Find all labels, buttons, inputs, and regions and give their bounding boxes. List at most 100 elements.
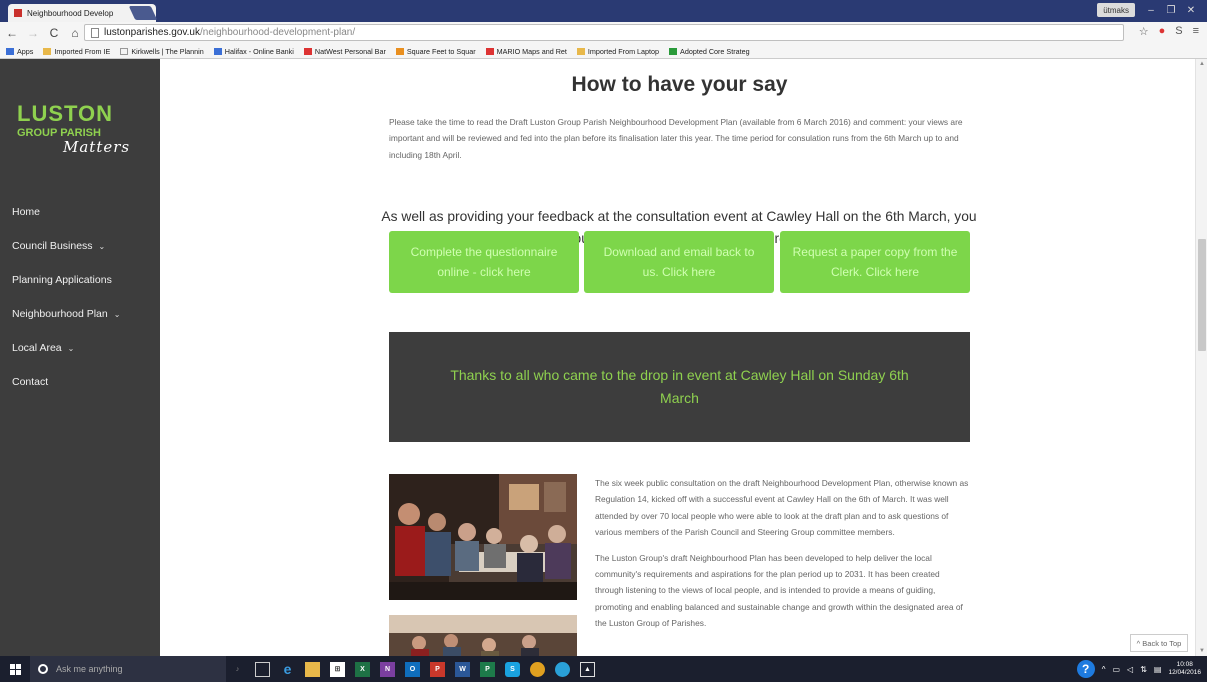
powerpoint-icon[interactable]: P <box>430 661 445 677</box>
url-path: /neighbourhood-development-plan/ <box>199 27 356 38</box>
scroll-up-icon[interactable]: ▲ <box>1199 61 1205 67</box>
back-icon[interactable]: ← <box>3 26 21 40</box>
bank-icon <box>213 47 222 55</box>
bookmark-item[interactable]: Kirkwells | The Plannin <box>120 47 204 56</box>
file-explorer-icon[interactable] <box>305 661 320 677</box>
windows-logo-icon <box>9 663 21 675</box>
publisher-icon[interactable]: P <box>480 661 495 677</box>
article-paragraph: The six week public consultation on the … <box>595 478 969 538</box>
natwest-icon <box>303 47 312 55</box>
url-host: lustonparishes.gov.uk <box>104 27 200 38</box>
word-icon[interactable]: W <box>455 661 470 677</box>
home-icon[interactable]: ⌂ <box>66 26 84 40</box>
address-bar[interactable]: lustonparishes.gov.uk /neighbourhood-dev… <box>84 24 1124 41</box>
outlook-icon[interactable]: O <box>405 661 420 677</box>
bookmark-folder[interactable]: Imported From Laptop <box>576 47 659 56</box>
nav-item-contact[interactable]: Contact <box>12 365 120 399</box>
map-icon <box>485 47 494 55</box>
event-photo-2 <box>389 615 577 656</box>
bookmark-item[interactable]: MARIO Maps and Ret <box>485 47 567 56</box>
leaf-icon <box>669 47 678 55</box>
bookmark-star-icon[interactable]: ☆ <box>1139 25 1149 38</box>
profile-button[interactable]: ütmaks <box>1097 3 1135 17</box>
system-tray: ? ^ ▭ ◁ ⇅ ▤ 10:08 12/04/2016 <box>1076 656 1201 682</box>
cortana-icon <box>38 664 48 674</box>
site-favicon-icon <box>14 9 22 17</box>
clock-time: 10:08 <box>1176 661 1193 668</box>
nav-item-council-business[interactable]: Council Business ⌄ <box>12 229 120 263</box>
logo-script-text: Matters <box>63 138 131 156</box>
extension-2-icon[interactable]: S <box>1175 25 1182 38</box>
battery-icon[interactable]: ▭ <box>1112 665 1120 674</box>
excel-icon[interactable]: X <box>355 661 370 677</box>
nav-item-neighbourhood-plan[interactable]: Neighbourhood Plan ⌄ <box>12 297 120 331</box>
bookmarks-bar: Apps Imported From IE Kirkwells | The Pl… <box>0 44 1207 59</box>
chrome-2-icon[interactable] <box>555 661 570 677</box>
scroll-down-icon[interactable]: ▼ <box>1199 648 1205 654</box>
download-email-button[interactable]: Download and email back to us. Click her… <box>584 231 774 293</box>
back-to-top-button[interactable]: ^ Back to Top <box>1130 634 1188 652</box>
bookmark-apps[interactable]: Apps <box>6 47 33 56</box>
chevron-down-icon: ⌄ <box>98 241 106 251</box>
chevron-down-icon: ⌄ <box>67 343 75 353</box>
event-photo-2-image <box>389 615 577 656</box>
browser-toolbar: ← → C ⌂ lustonparishes.gov.uk /neighbour… <box>0 22 1207 44</box>
nav-item-home[interactable]: Home <box>12 195 120 229</box>
task-view-icon[interactable] <box>255 661 270 677</box>
page-icon <box>120 47 129 55</box>
intro-text: Please take the time to read the Draft L… <box>389 117 963 160</box>
store-icon[interactable]: ⊞ <box>330 661 345 677</box>
show-hidden-icons-icon[interactable]: ^ <box>1102 665 1106 674</box>
online-questionnaire-button[interactable]: Complete the questionnaire online - clic… <box>389 231 579 293</box>
tab-title: Neighbourhood Develop <box>27 8 114 18</box>
article-body: The six week public consultation on the … <box>595 475 970 641</box>
folder-icon <box>43 47 52 55</box>
help-icon[interactable]: ? <box>1076 660 1095 678</box>
main-nav: Home Council Business ⌄ Planning Applicat… <box>12 195 120 399</box>
clock[interactable]: 10:08 12/04/2016 <box>1168 661 1201 677</box>
volume-icon[interactable]: ◁ <box>1127 665 1133 674</box>
request-paper-copy-button[interactable]: Request a paper copy from the Clerk. Cli… <box>780 231 970 293</box>
reload-icon[interactable]: C <box>45 26 63 40</box>
event-photo <box>389 474 577 600</box>
close-window-icon[interactable]: ✕ <box>1181 3 1201 17</box>
scrollbar-thumb[interactable] <box>1198 239 1206 351</box>
forward-icon[interactable]: → <box>24 26 42 40</box>
edge-icon[interactable]: e <box>280 661 295 677</box>
extension-icon[interactable]: ● <box>1159 25 1166 38</box>
page-icon <box>91 27 99 38</box>
page-scrollbar[interactable]: ▲ ▼ <box>1195 59 1207 656</box>
toolbar-actions: ☆ ● S ≡ <box>1139 25 1199 38</box>
maximize-icon[interactable]: ❐ <box>1161 3 1181 17</box>
notifications-icon[interactable]: ▤ <box>1154 665 1162 674</box>
browser-tabstrip: Neighbourhood Develop × ütmaks – ❐ ✕ <box>0 0 1207 22</box>
taskbar-apps: ♪ e ⊞ X N O P W P S ▲ <box>230 656 595 682</box>
site-logo[interactable]: LUSTON GROUP PARISH Matters <box>17 101 131 157</box>
page-viewport: LUSTON GROUP PARISH Matters Home Council… <box>0 59 1207 656</box>
bookmark-item[interactable]: NatWest Personal Bar <box>303 47 386 56</box>
bookmark-item[interactable]: Halifax - Online Banki <box>213 47 294 56</box>
bookmark-folder[interactable]: Imported From IE <box>43 47 110 56</box>
skype-icon[interactable]: S <box>505 661 520 677</box>
logo-main-text: LUSTON <box>17 101 114 126</box>
window-controls: ütmaks – ❐ ✕ <box>1097 3 1201 17</box>
start-button[interactable] <box>0 656 30 682</box>
bookmark-item[interactable]: Adopted Core Strateg <box>669 47 750 56</box>
microphone-icon[interactable]: ♪ <box>230 662 245 677</box>
nav-item-planning-applications[interactable]: Planning Applications <box>12 263 120 297</box>
nav-item-local-area[interactable]: Local Area ⌄ <box>12 331 120 365</box>
chrome-menu-icon[interactable]: ≡ <box>1193 25 1199 38</box>
minimize-icon[interactable]: – <box>1141 3 1161 17</box>
windows-taskbar: Ask me anything ♪ e ⊞ X N O P W P S ▲ ? … <box>0 656 1207 682</box>
network-icon[interactable]: ⇅ <box>1140 665 1147 674</box>
search-placeholder: Ask me anything <box>56 664 123 674</box>
article-paragraph: The Luston Group's draft Neighbourhood P… <box>595 552 963 629</box>
chrome-icon[interactable] <box>530 661 545 677</box>
bookmark-item[interactable]: Square Feet to Squar <box>395 47 476 56</box>
cortana-search-box[interactable]: Ask me anything <box>30 656 226 682</box>
event-photo-image <box>389 474 577 600</box>
calculator-icon <box>395 47 404 55</box>
photos-icon[interactable]: ▲ <box>580 661 595 677</box>
onenote-icon[interactable]: N <box>380 661 395 677</box>
thanks-banner: Thanks to all who came to the drop in ev… <box>389 332 970 442</box>
